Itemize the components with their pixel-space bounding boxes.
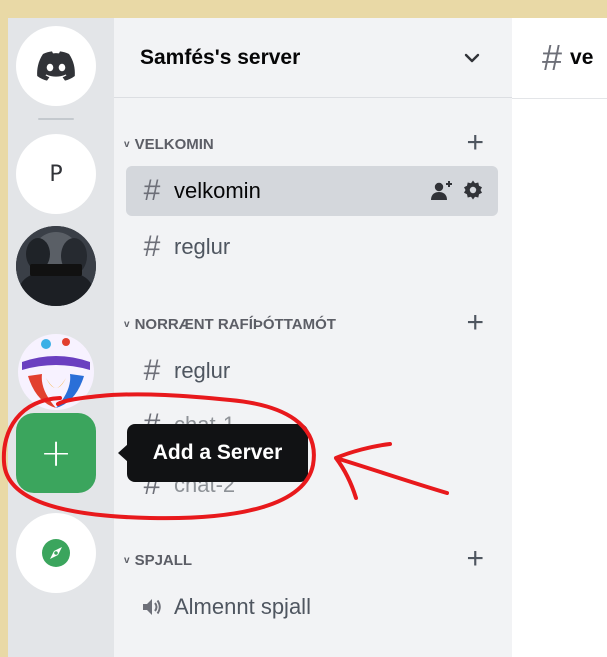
channel-almennt-spjall[interactable]: Almennt spjall <box>126 582 498 632</box>
add-channel-icon[interactable]: + <box>466 126 484 160</box>
channel-actions <box>430 179 484 201</box>
explore-servers-button[interactable] <box>16 513 96 593</box>
rail-separator <box>38 118 74 120</box>
category-spjall[interactable]: v SPJALL + <box>122 542 494 575</box>
category-label: SPJALL <box>134 551 193 569</box>
current-channel-name: ve <box>570 46 594 69</box>
text-channel-icon: # <box>143 174 161 207</box>
chevron-down-icon <box>464 53 480 62</box>
speaker-icon <box>130 596 174 618</box>
text-channel-icon: # <box>542 37 563 78</box>
compass-icon <box>42 539 70 567</box>
channel-reglur-2[interactable]: # reglur <box>126 346 498 396</box>
channel-label: Almennt spjall <box>174 594 311 619</box>
server-initial: P <box>49 161 63 187</box>
discord-logo-icon <box>37 51 75 81</box>
category-norraent-rafithottamot[interactable]: v NORRÆNT RAFÍÞÓTTAMÓT + <box>122 306 494 339</box>
csgo-server-image <box>16 226 96 306</box>
server-icon-p[interactable]: P <box>16 134 96 214</box>
discord-window: P + Samfés's server v VELKOMIN + # velko… <box>8 18 607 657</box>
invite-member-icon[interactable] <box>430 179 454 201</box>
channel-reglur[interactable]: # reglur <box>126 222 498 272</box>
channel-label: reglur <box>174 234 231 259</box>
channel-sidebar: Samfés's server v VELKOMIN + # velkomin <box>114 18 512 657</box>
category-velkomin[interactable]: v VELKOMIN + <box>122 126 494 159</box>
plus-icon: + <box>40 431 72 475</box>
server-header[interactable]: Samfés's server <box>114 18 512 98</box>
channel-header: # ve <box>512 18 607 99</box>
add-server-tooltip: Add a Server <box>127 424 308 482</box>
direct-messages-button[interactable] <box>16 26 96 106</box>
server-icon-samfes[interactable] <box>16 332 96 412</box>
chevron-down-icon: v <box>124 138 130 150</box>
chat-area: # ve <box>512 18 607 657</box>
add-channel-icon[interactable]: + <box>466 542 484 576</box>
text-channel-icon: # <box>143 354 161 387</box>
channel-label: reglur <box>174 358 231 383</box>
category-label: VELKOMIN <box>134 135 214 153</box>
channel-velkomin[interactable]: # velkomin <box>126 166 498 216</box>
server-name: Samfés's server <box>140 45 301 69</box>
chevron-down-icon: v <box>124 554 130 566</box>
samfes-server-image <box>18 334 94 410</box>
text-channel-icon: # <box>143 230 161 263</box>
server-icon-csgo[interactable] <box>16 226 96 306</box>
chevron-down-icon: v <box>124 318 130 330</box>
add-channel-icon[interactable]: + <box>466 306 484 340</box>
category-label: NORRÆNT RAFÍÞÓTTAMÓT <box>134 315 336 333</box>
server-rail: P + <box>8 18 106 657</box>
add-server-button[interactable]: + <box>16 413 96 493</box>
channel-label: velkomin <box>174 178 261 203</box>
gear-icon[interactable] <box>462 179 484 201</box>
